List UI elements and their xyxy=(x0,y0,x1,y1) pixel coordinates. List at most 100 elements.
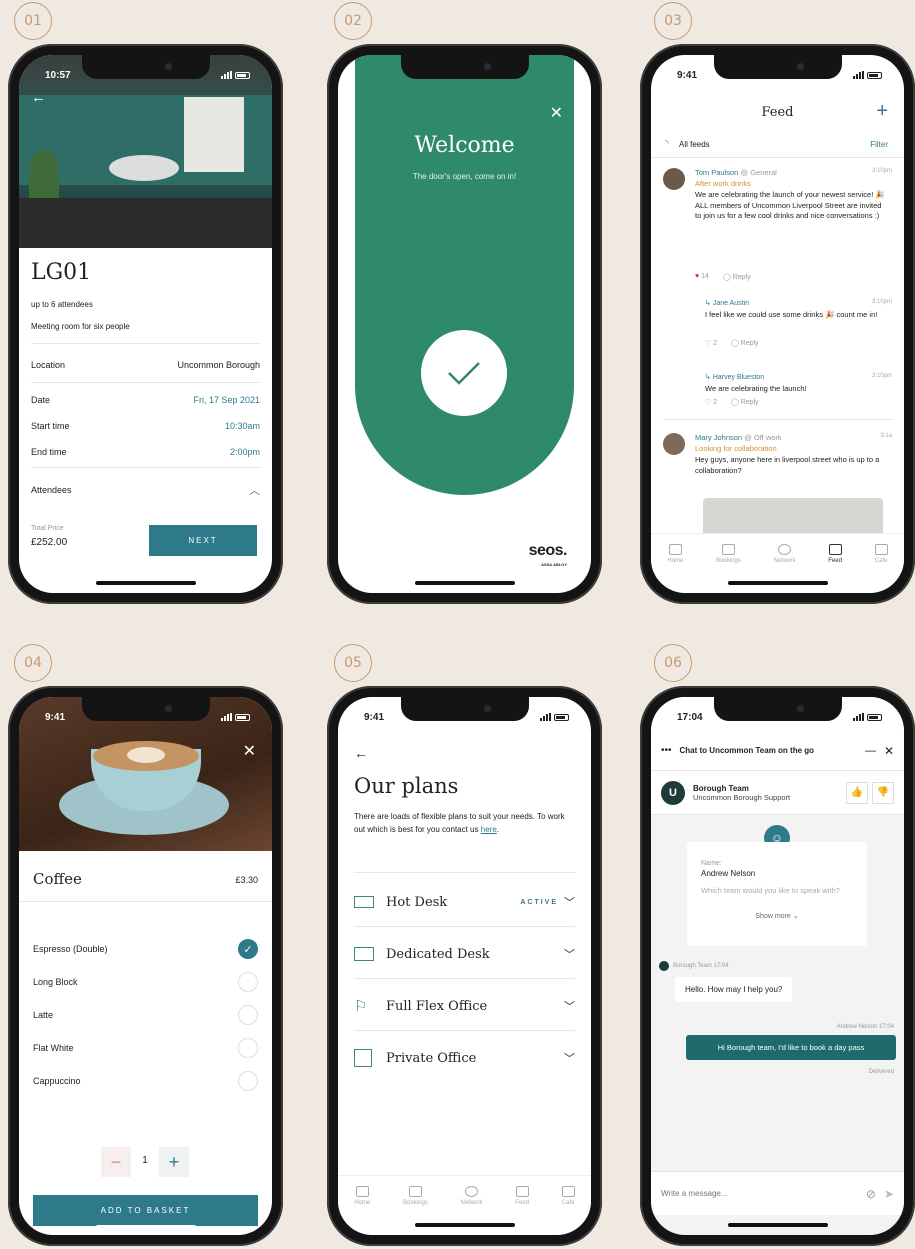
option-row[interactable]: Cappuccino xyxy=(21,1071,270,1091)
date-value[interactable]: Fri, 17 Sep 2021 xyxy=(193,395,260,405)
show-more-link[interactable]: Show more ⌄ xyxy=(701,912,853,920)
attendees-row[interactable]: Attendees ︿ xyxy=(19,482,272,498)
status-icons xyxy=(853,71,882,79)
start-time-row[interactable]: Start time 10:30am xyxy=(19,421,272,431)
like-count[interactable]: ♡ 2 xyxy=(705,398,717,406)
tab-cafe[interactable]: Cafe xyxy=(561,1185,575,1206)
feed-icon xyxy=(515,1185,529,1197)
attachment-icon[interactable]: ⊘ xyxy=(866,1187,876,1201)
send-icon[interactable]: ➤ xyxy=(884,1187,894,1201)
date-row[interactable]: Date Fri, 17 Sep 2021 xyxy=(19,395,272,405)
minimize-icon[interactable]: — xyxy=(865,745,876,757)
option-row[interactable]: Flat White xyxy=(21,1038,270,1058)
name-label: Name: xyxy=(701,860,722,867)
close-icon[interactable]: ✕ xyxy=(550,103,563,123)
back-arrow-icon[interactable]: ← xyxy=(31,89,46,106)
notch xyxy=(400,697,529,721)
phone-plans: 9:41 ← Our plans There are loads of flex… xyxy=(327,686,602,1246)
add-to-basket-button[interactable]: ADD TO BASKET xyxy=(33,1195,258,1226)
reply-button[interactable]: ◯ Reply xyxy=(731,398,759,406)
status-time: 9:41 xyxy=(45,711,66,723)
reply-button[interactable]: ◯ Reply xyxy=(723,273,751,281)
add-post-icon[interactable]: + xyxy=(876,100,888,123)
location-label: Location xyxy=(31,360,66,370)
start-time-label: Start time xyxy=(31,421,70,431)
plan-item-private-office[interactable]: Private Office ﹀ xyxy=(354,1041,575,1075)
tab-bookings[interactable]: Bookings xyxy=(403,1185,428,1206)
radio-unchecked[interactable] xyxy=(238,1005,258,1025)
like-count[interactable]: ♡ 2 xyxy=(705,339,717,347)
step-badge-03: 03 xyxy=(654,2,692,40)
radio-checked[interactable]: ✓ xyxy=(238,939,258,959)
post-author[interactable]: Tom Paulson @ General xyxy=(695,168,777,177)
room-capacity: up to 6 attendees xyxy=(31,300,93,309)
plan-item-dedicated-desk[interactable]: Dedicated Desk ﹀ xyxy=(354,937,575,971)
chevron-down-icon[interactable]: ﹀ xyxy=(564,998,575,1014)
user-message-bubble: Hi Borough team, I'd like to book a day … xyxy=(686,1035,896,1060)
chevron-down-icon[interactable]: ﹀ xyxy=(564,1050,575,1066)
chevron-down-icon[interactable]: ﹀ xyxy=(564,946,575,962)
plans-intro: There are loads of flexible plans to sui… xyxy=(354,812,565,834)
like-count[interactable]: ♥ 14 xyxy=(695,273,709,280)
next-button[interactable]: NEXT xyxy=(149,525,257,556)
all-feeds-selector[interactable]: All feeds xyxy=(679,140,710,149)
tab-feed[interactable]: Feed xyxy=(515,1185,529,1206)
option-row[interactable]: Long Block xyxy=(21,972,270,992)
option-row[interactable]: Latte xyxy=(21,1005,270,1025)
option-row[interactable]: Espresso (Double) ✓ xyxy=(21,939,270,959)
phone-feed: 9:41 Feed + ◝ All feeds Filter Tom Pauls… xyxy=(640,44,915,604)
chevron-down-icon[interactable]: ﹀ xyxy=(564,894,575,910)
plan-name: Private Office xyxy=(386,1050,477,1066)
thumbs-down-icon[interactable]: 👎 xyxy=(872,781,894,804)
phone-coffee: 9:41 ✕ Coffee £3.30 Espresso (Double) ✓ … xyxy=(8,686,283,1246)
close-icon[interactable]: ✕ xyxy=(884,744,894,758)
date-label: Date xyxy=(31,395,51,405)
end-time-label: End time xyxy=(31,447,67,457)
filter-link[interactable]: Filter xyxy=(870,140,888,149)
chevron-up-icon[interactable]: ︿ xyxy=(249,482,260,498)
status-time: 17:04 xyxy=(677,711,703,723)
status-time: 9:41 xyxy=(677,69,698,81)
plan-item-hot-desk[interactable]: Hot Desk ACTIVE ﹀ xyxy=(354,885,575,919)
welcome-green-panel xyxy=(355,55,574,495)
post-author[interactable]: Mary Johnson @ Off work xyxy=(695,433,782,442)
message-input[interactable] xyxy=(661,1189,866,1198)
end-time-value[interactable]: 2:00pm xyxy=(230,447,260,457)
bot-message-meta: Borough Team 17:04 xyxy=(659,961,729,971)
attendees-label: Attendees xyxy=(31,485,72,495)
radio-unchecked[interactable] xyxy=(238,972,258,992)
plan-item-full-flex-office[interactable]: ⚐ Full Flex Office ﹀ xyxy=(354,989,575,1023)
reply-button[interactable]: ◯ Reply xyxy=(731,339,759,347)
success-circle xyxy=(421,330,507,416)
status-icons xyxy=(853,713,882,721)
end-time-row[interactable]: End time 2:00pm xyxy=(19,447,272,457)
step-badge-01: 01 xyxy=(14,2,52,40)
increment-button[interactable]: + xyxy=(159,1147,189,1177)
name-value: Andrew Nelson xyxy=(701,869,756,878)
radio-unchecked[interactable] xyxy=(238,1071,258,1091)
radio-unchecked[interactable] xyxy=(238,1038,258,1058)
back-arrow-icon[interactable]: ← xyxy=(354,745,368,761)
delivered-status: Delivered xyxy=(868,1069,894,1075)
tab-home[interactable]: Home xyxy=(667,543,683,564)
post-subject: Looking for collaboration xyxy=(695,444,777,453)
decrement-button[interactable]: − xyxy=(101,1147,131,1177)
tab-home[interactable]: Home xyxy=(354,1185,370,1206)
tab-feed[interactable]: Feed xyxy=(828,543,842,564)
notch xyxy=(81,697,210,721)
contact-link[interactable]: here xyxy=(481,825,497,834)
message-composer: ⊘ ➤ xyxy=(651,1171,904,1215)
more-icon[interactable]: ••• xyxy=(661,745,672,756)
reply-author[interactable]: ↳ Harvey Blueston xyxy=(705,373,764,381)
tab-network[interactable]: Network xyxy=(461,1185,483,1206)
tab-network[interactable]: Network xyxy=(774,543,796,564)
option-label: Cappuccino xyxy=(33,1076,81,1086)
tab-bookings[interactable]: Bookings xyxy=(716,543,741,564)
reply-author[interactable]: ↳ Jane Austin xyxy=(705,299,749,307)
start-time-value[interactable]: 10:30am xyxy=(225,421,260,431)
close-icon[interactable]: ✕ xyxy=(243,741,256,761)
thumbs-up-icon[interactable]: 👍 xyxy=(846,781,868,804)
tab-cafe[interactable]: Cafe xyxy=(874,543,888,564)
avatar[interactable] xyxy=(663,168,685,190)
avatar[interactable] xyxy=(663,433,685,455)
